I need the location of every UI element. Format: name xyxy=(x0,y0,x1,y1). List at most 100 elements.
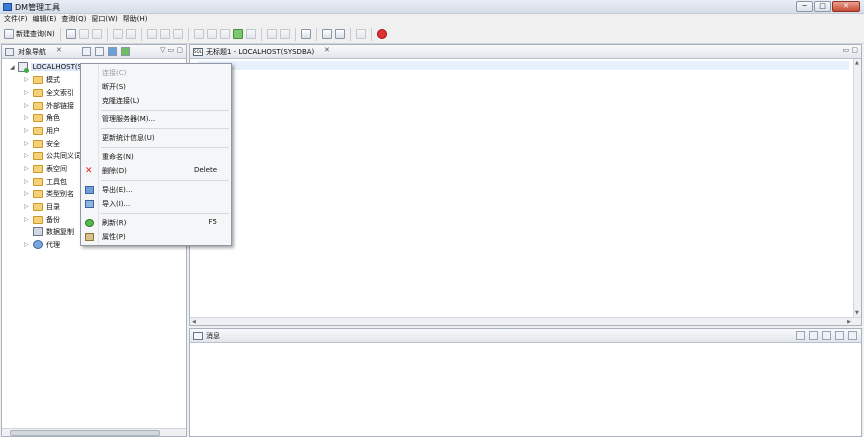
expand-arrow-icon[interactable]: ▷ xyxy=(24,127,30,134)
editor-close-icon[interactable]: ✕ xyxy=(324,46,330,54)
expand-arrow-icon[interactable]: ▷ xyxy=(24,178,30,185)
transaction-icon[interactable] xyxy=(355,29,366,39)
tree-node-public-synonym[interactable]: ▷ 公共同义词 xyxy=(24,150,81,161)
menu-item-manage-server[interactable]: 管理服务器(M)... xyxy=(81,113,231,125)
format-icon[interactable] xyxy=(300,29,311,39)
tree-node-tablespace[interactable]: ▷ 表空间 xyxy=(24,163,67,174)
scroll-right-icon[interactable]: ▶ xyxy=(847,319,851,325)
remove-icon[interactable] xyxy=(822,331,831,340)
tree-node-directory[interactable]: ▷ 目录 xyxy=(24,201,60,212)
copy-icon[interactable] xyxy=(159,29,170,39)
tree-node-package[interactable]: ▷ 工具包 xyxy=(24,176,67,187)
sql-file-icon: SQL xyxy=(193,48,203,56)
close-button[interactable]: ✕ xyxy=(832,1,860,12)
tree-node-type-alias[interactable]: ▷ 类型别名 xyxy=(24,188,74,199)
tree-node-backup[interactable]: ▷ 备份 xyxy=(24,214,60,225)
scroll-down-icon[interactable]: ▼ xyxy=(855,310,859,316)
tree-node-agent[interactable]: ▷ 代理 xyxy=(24,239,60,250)
tree-node-role[interactable]: ▷ 角色 xyxy=(24,112,60,123)
navigator-close-icon[interactable]: ✕ xyxy=(56,46,62,54)
menu-item-import[interactable]: 导入(I)... xyxy=(81,198,231,210)
expand-arrow-icon[interactable]: ▷ xyxy=(24,140,30,147)
execute-icon[interactable] xyxy=(193,29,204,39)
expand-arrow-icon[interactable]: ▷ xyxy=(24,203,30,210)
tree-node-data-replication[interactable]: 数据复制 xyxy=(24,226,74,237)
refresh-tree-icon[interactable] xyxy=(121,47,130,56)
menu-item-disconnect[interactable]: 断开(S) xyxy=(81,81,231,93)
navigator-hscrollbar[interactable] xyxy=(2,428,186,436)
disconnect-icon[interactable] xyxy=(95,47,104,56)
menu-edit[interactable]: 编辑(E) xyxy=(33,14,62,25)
execute-script-icon[interactable] xyxy=(206,29,217,39)
menu-item-export[interactable]: 导出(E)... xyxy=(81,184,231,196)
expand-arrow-icon[interactable]: ▷ xyxy=(24,152,30,159)
save-icon[interactable] xyxy=(78,29,89,39)
uncomment-icon[interactable] xyxy=(279,29,290,39)
expand-arrow-icon[interactable]: ▷ xyxy=(24,89,30,96)
menu-help[interactable]: 帮助(H) xyxy=(123,14,153,25)
expand-arrow-icon[interactable]: ▷ xyxy=(24,114,30,121)
expand-arrow-icon[interactable]: ▷ xyxy=(24,190,30,197)
debug-bug-icon[interactable] xyxy=(376,29,387,39)
expand-arrow-icon[interactable]: ▷ xyxy=(24,76,30,83)
run-plan-icon[interactable] xyxy=(232,29,243,39)
messages-tab[interactable]: 消息 xyxy=(190,329,861,343)
clear-console-icon[interactable] xyxy=(809,331,818,340)
collapse-arrow-icon[interactable]: ◢ xyxy=(10,64,15,71)
tree-node-user[interactable]: ▷ 用户 xyxy=(24,125,60,136)
layout-icon[interactable] xyxy=(321,29,332,39)
maximize-view-icon[interactable] xyxy=(848,331,857,340)
navigator-scroll-thumb[interactable] xyxy=(10,430,160,436)
menu-item-rename[interactable]: 重命名(N) xyxy=(81,151,231,163)
menu-item-refresh[interactable]: 刷新(R) F5 xyxy=(81,217,231,229)
tree-node-external-link[interactable]: ▷ 外部链接 xyxy=(24,100,74,111)
navigator-view-controls[interactable]: ▽ ▭ ▢ xyxy=(160,46,183,54)
context-menu: 连接(C) 断开(S) 克隆连接(L) 管理服务器(M)... 更新统计信息(U… xyxy=(80,63,232,246)
undo-icon[interactable] xyxy=(112,29,123,39)
stop-icon[interactable] xyxy=(245,29,256,39)
new-query-label: 新建查询(N) xyxy=(16,30,55,38)
view-menu-icon[interactable] xyxy=(796,331,805,340)
server-icon[interactable] xyxy=(108,47,117,56)
redo-icon[interactable] xyxy=(125,29,136,39)
editor-vscrollbar[interactable]: ▲ ▼ xyxy=(853,59,861,317)
paste-icon[interactable] xyxy=(172,29,183,39)
navigator-tab[interactable]: 对象导航 ✕ ▽ ▭ ▢ xyxy=(2,45,186,59)
pin-icon[interactable] xyxy=(835,331,844,340)
window-icon[interactable] xyxy=(334,29,345,39)
tree-node-schema[interactable]: ▷ 模式 xyxy=(24,74,60,85)
menu-window[interactable]: 窗口(W) xyxy=(91,14,122,25)
menu-item-label: 克隆连接(L) xyxy=(102,97,140,105)
editor-hscrollbar[interactable]: ◀ ▶ xyxy=(190,317,861,325)
new-query-button[interactable]: 新建查询(N) xyxy=(4,29,55,39)
menu-item-properties[interactable]: 属性(P) xyxy=(81,231,231,243)
maximize-button[interactable]: □ xyxy=(814,1,831,12)
menu-item-connect[interactable]: 连接(C) xyxy=(81,67,231,79)
scroll-up-icon[interactable]: ▲ xyxy=(855,60,859,66)
open-file-icon[interactable] xyxy=(65,29,76,39)
navigator-icon xyxy=(5,48,14,56)
menu-item-delete[interactable]: ✕ 删除(D) Delete xyxy=(81,165,231,177)
comment-icon[interactable] xyxy=(266,29,277,39)
expand-arrow-icon[interactable]: ▷ xyxy=(24,102,30,109)
tree-node-label: 安全 xyxy=(46,139,60,148)
minimize-button[interactable]: ─ xyxy=(796,1,813,12)
tree-node-security[interactable]: ▷ 安全 xyxy=(24,138,60,149)
tree-node-fulltext-index[interactable]: ▷ 全文索引 xyxy=(24,87,74,98)
menu-item-update-statistics[interactable]: 更新统计信息(U) xyxy=(81,132,231,144)
expand-arrow-icon[interactable]: ▷ xyxy=(24,165,30,172)
step-icon[interactable] xyxy=(219,29,230,39)
expand-arrow-icon[interactable]: ▷ xyxy=(24,241,30,248)
menu-query[interactable]: 查询(Q) xyxy=(61,14,91,25)
cut-icon[interactable] xyxy=(146,29,157,39)
scroll-left-icon[interactable]: ◀ xyxy=(192,319,196,325)
editor-tab[interactable]: SQL 无标题1 - LOCALHOST(SYSDBA) ✕ ▭ ▢ xyxy=(190,45,861,59)
editor-view-controls[interactable]: ▭ ▢ xyxy=(843,46,858,54)
folder-icon xyxy=(33,215,43,224)
save-all-icon[interactable] xyxy=(91,29,102,39)
connect-icon[interactable] xyxy=(82,47,91,56)
menu-file[interactable]: 文件(F) xyxy=(4,14,33,25)
expand-arrow-icon[interactable]: ▷ xyxy=(24,216,30,223)
editor-current-line[interactable] xyxy=(198,61,849,70)
menu-item-clone-connection[interactable]: 克隆连接(L) xyxy=(81,95,231,107)
